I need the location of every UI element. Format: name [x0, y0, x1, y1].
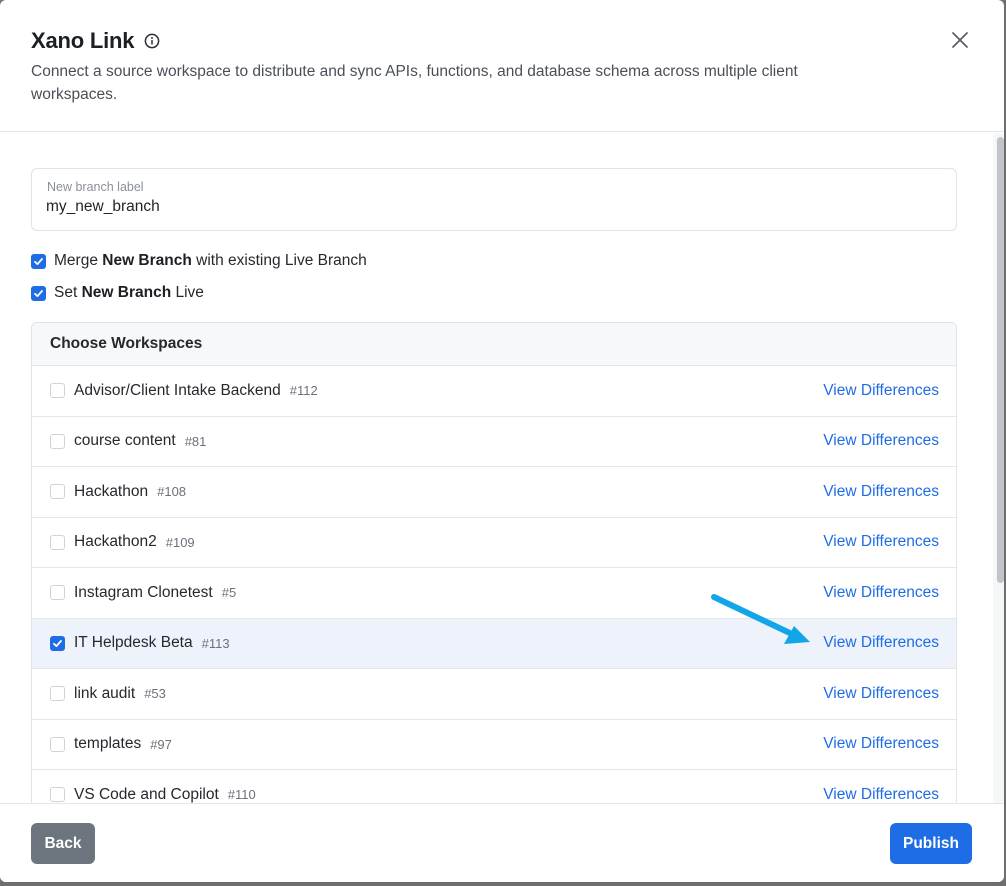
option-set-branch-live[interactable]: Set New Branch Live [31, 284, 204, 302]
workspace-checkbox[interactable] [50, 534, 65, 550]
workspace-checkbox[interactable] [50, 635, 65, 651]
info-icon[interactable] [144, 33, 160, 49]
view-differences-link[interactable]: View Differences [823, 382, 939, 400]
workspace-id: #108 [157, 484, 187, 500]
workspace-row[interactable]: Hackathon2 #109 View Differences [32, 518, 956, 568]
workspace-id: #53 [144, 686, 166, 702]
workspace-row[interactable]: course content #81 View Differences [32, 417, 956, 467]
workspace-row[interactable]: templates #97 View Differences [32, 720, 956, 770]
dialog-header: Xano Link Connect a source workspace to … [0, 0, 1004, 132]
option-merge-branch[interactable]: Merge New Branch with existing Live Bran… [31, 252, 367, 270]
workspace-checkbox[interactable] [50, 433, 65, 449]
option-label: Set New Branch Live [54, 284, 204, 302]
option-checkbox[interactable] [31, 285, 46, 301]
publish-button[interactable]: Publish [890, 823, 972, 864]
workspace-id: #5 [221, 585, 237, 601]
workspace-row[interactable]: Instagram Clonetest #5 View Differences [32, 568, 956, 619]
workspace-name: Hackathon2 [74, 533, 157, 551]
workspace-list: Choose Workspaces Advisor/Client Intake … [31, 322, 957, 803]
workspace-id: #109 [165, 534, 195, 550]
workspace-row[interactable]: Hackathon #108 View Differences [32, 467, 956, 518]
workspace-name: course content [74, 432, 176, 450]
option-label-prefix: Set [54, 284, 82, 301]
workspace-checkbox[interactable] [50, 736, 65, 752]
view-differences-link[interactable]: View Differences [823, 432, 939, 450]
view-differences-link[interactable]: View Differences [823, 533, 939, 551]
workspace-id: #81 [184, 433, 207, 449]
option-checkbox[interactable] [31, 253, 46, 269]
backdrop-edge-bottom [0, 882, 1006, 886]
workspace-row[interactable]: link audit #53 View Differences [32, 669, 956, 720]
title-row: Xano Link [31, 28, 160, 54]
workspace-rows: Advisor/Client Intake Backend #112 View Di… [32, 366, 956, 803]
option-label: Merge New Branch with existing Live Bran… [54, 252, 367, 270]
branch-label-field[interactable]: New branch label [31, 168, 957, 231]
workspace-id: #112 [289, 383, 318, 399]
branch-label-input[interactable] [46, 198, 926, 216]
option-label-suffix: Live [171, 284, 204, 301]
workspace-name: link audit [74, 684, 136, 702]
close-icon [952, 32, 968, 48]
workspace-row[interactable]: VS Code and Copilot #110 View Differences [32, 770, 956, 803]
workspace-checkbox[interactable] [50, 787, 65, 803]
xano-link-dialog: Xano Link Connect a source workspace to … [0, 0, 1004, 882]
workspace-checkbox[interactable] [50, 585, 65, 601]
workspace-id: #113 [201, 635, 230, 651]
workspace-list-heading: Choose Workspaces [32, 323, 956, 366]
view-differences-link[interactable]: View Differences [823, 735, 939, 753]
workspace-name: VS Code and Copilot [74, 785, 219, 803]
view-differences-link[interactable]: View Differences [823, 584, 939, 602]
dialog-title: Xano Link [31, 28, 135, 53]
workspace-checkbox[interactable] [50, 383, 65, 399]
scrollbar-thumb[interactable] [997, 137, 1004, 583]
workspace-row[interactable]: Advisor/Client Intake Backend #112 View Di… [32, 366, 956, 417]
back-button[interactable]: Back [31, 823, 95, 864]
workspace-row[interactable]: IT Helpdesk Beta #113 View Differences [32, 618, 956, 669]
workspace-checkbox[interactable] [50, 484, 65, 500]
workspace-checkbox[interactable] [50, 686, 65, 702]
dialog-footer: Back Publish [0, 803, 1004, 882]
view-differences-link[interactable]: View Differences [823, 483, 939, 501]
option-label-prefix: Merge [54, 252, 103, 269]
workspace-name: Hackathon [74, 482, 149, 500]
view-differences-link[interactable]: View Differences [823, 786, 939, 803]
option-label-bold: New Branch [102, 252, 192, 269]
dialog-body: New branch label Merge New Branch with e… [0, 133, 1004, 803]
view-differences-link[interactable]: View Differences [823, 634, 939, 652]
dialog-subtitle: Connect a source workspace to distribute… [31, 63, 798, 103]
workspace-id: #97 [150, 736, 172, 752]
workspace-name: Instagram Clonetest [74, 583, 213, 601]
workspace-name: templates [74, 735, 142, 753]
branch-label-caption: New branch label [47, 180, 144, 194]
workspace-name: Advisor/Client Intake Backend [74, 381, 281, 399]
close-button[interactable] [948, 28, 972, 52]
option-label-bold: New Branch [81, 284, 172, 301]
view-differences-link[interactable]: View Differences [823, 685, 939, 703]
option-label-suffix: with existing Live Branch [191, 252, 367, 269]
workspace-id: #110 [227, 787, 256, 803]
workspace-name: IT Helpdesk Beta [74, 634, 193, 652]
